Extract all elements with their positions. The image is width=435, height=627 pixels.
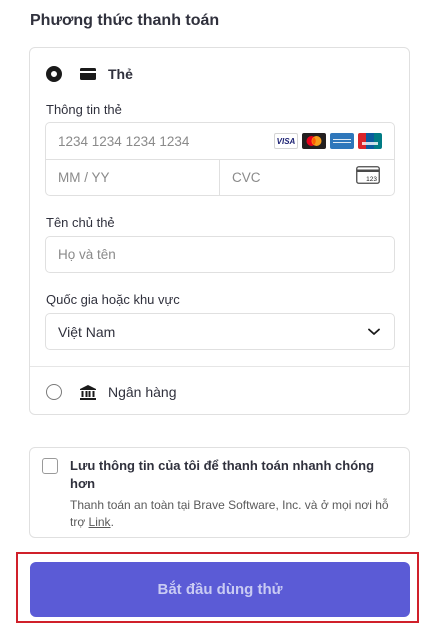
card-radio-button[interactable] — [46, 66, 62, 82]
expiry-placeholder: MM / YY — [58, 169, 110, 185]
cardholder-name-input[interactable]: Họ và tên — [45, 236, 395, 273]
card-number-input[interactable]: 1234 1234 1234 1234 VISA — [46, 123, 394, 160]
bank-icon — [80, 384, 96, 400]
cvc-input[interactable]: CVC 123 — [220, 159, 394, 195]
card-number-placeholder: 1234 1234 1234 1234 — [58, 133, 190, 149]
expiry-input[interactable]: MM / YY — [46, 159, 220, 195]
credit-card-icon — [80, 67, 96, 81]
payment-method-panel: Thẻ Thông tin thẻ 1234 1234 1234 1234 VI… — [29, 47, 410, 415]
card-expiry-cvc-row: MM / YY CVC 123 — [46, 159, 394, 195]
mastercard-icon — [302, 133, 326, 149]
country-select[interactable]: Việt Nam — [45, 313, 395, 350]
save-info-panel: Lưu thông tin của tôi để thanh toán nhan… — [29, 447, 410, 538]
save-info-checkbox[interactable] — [42, 458, 58, 474]
cvc-icon-digits: 123 — [366, 176, 377, 183]
card-brands: VISA — [274, 133, 382, 149]
unionpay-icon — [358, 133, 382, 149]
payment-method-bank-option[interactable]: Ngân hàng — [30, 366, 409, 417]
payment-method-title: Phương thức thanh toán — [30, 12, 220, 29]
save-info-title[interactable]: Lưu thông tin của tôi để thanh toán nhan… — [70, 457, 395, 493]
start-trial-button[interactable]: Bắt đầu dùng thử — [30, 562, 410, 617]
cardholder-label: Tên chủ thẻ — [46, 215, 115, 230]
card-option-label: Thẻ — [108, 66, 133, 82]
cvc-placeholder: CVC — [232, 169, 261, 185]
country-selected-value: Việt Nam — [58, 323, 116, 340]
bank-option-label: Ngân hàng — [108, 384, 177, 400]
save-info-description-text: Thanh toán an toàn tại Brave Software, I… — [70, 498, 389, 529]
bank-radio-button[interactable] — [46, 384, 62, 400]
chevron-down-icon — [368, 323, 380, 341]
amex-icon — [330, 133, 354, 149]
cardholder-placeholder: Họ và tên — [58, 247, 116, 262]
save-info-description: Thanh toán an toàn tại Brave Software, I… — [70, 497, 400, 531]
cvc-card-icon: 123 — [356, 165, 380, 189]
card-info-label: Thông tin thẻ — [46, 102, 122, 117]
card-info-field-group: 1234 1234 1234 1234 VISA MM / YY CVC 123 — [45, 122, 395, 196]
link-link[interactable]: Link — [89, 515, 111, 529]
country-label: Quốc gia hoặc khu vực — [46, 292, 180, 307]
payment-method-card-option[interactable]: Thẻ — [30, 48, 409, 100]
visa-icon: VISA — [274, 133, 298, 149]
save-info-description-end: . — [110, 515, 114, 529]
